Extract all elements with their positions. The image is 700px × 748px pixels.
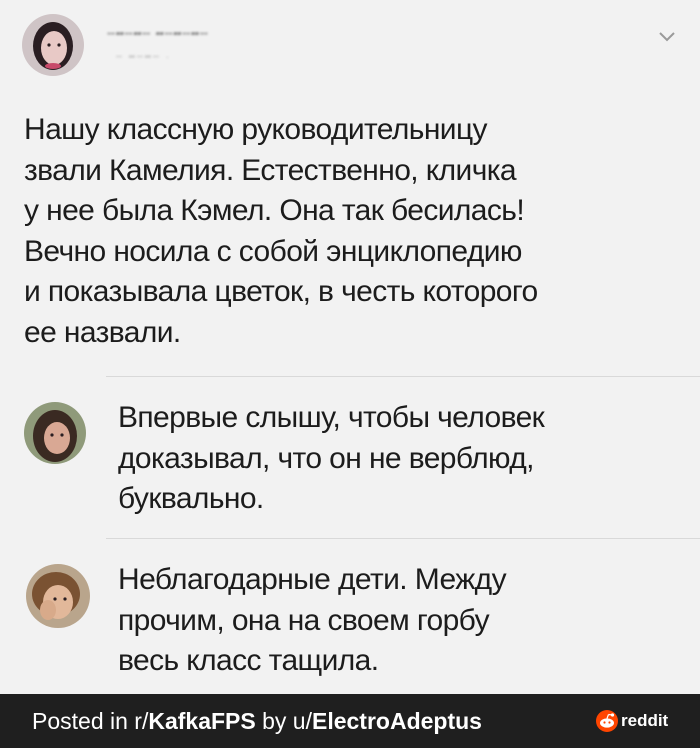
reddit-icon <box>596 710 618 732</box>
footer-attribution: Posted in r/KafkaFPS by u/ElectroAdeptus <box>32 707 482 735</box>
post-header: ╌╍╌╍╌ ╍╌╍╌╍╌ ╌ ╍╌╍╌ · <box>0 0 700 100</box>
post-body: Нашу классную руководительницу звали Кам… <box>24 110 684 353</box>
subreddit-link[interactable]: KafkaFPS <box>148 708 255 734</box>
reply-item: Неблагодарные дети. Между прочим, она на… <box>0 560 700 690</box>
reply-text-line: буквально. <box>118 482 264 515</box>
post-text-line: ее назвали. <box>24 315 181 349</box>
footer-posted-in: Posted in r/ <box>32 708 149 734</box>
post-text-line: Вечно носила с собой энциклопедию <box>24 234 522 268</box>
reply-item: Впервые слышу, чтобы человек доказывал, … <box>0 398 700 528</box>
author-handle: ╌ ╍╌╍╌ · <box>116 52 171 63</box>
reply-text-line: Впервые слышу, чтобы человек <box>118 401 545 434</box>
reply-avatar[interactable] <box>24 402 86 464</box>
chevron-down-icon[interactable] <box>656 28 678 46</box>
reply-text-line: Неблагодарные дети. Между <box>118 563 507 596</box>
divider <box>106 538 700 539</box>
author-avatar[interactable] <box>22 14 84 76</box>
reply-text: Впервые слышу, чтобы человек доказывал, … <box>118 398 688 520</box>
author-avatar-image <box>22 14 84 76</box>
reply-text-line: весь класс тащила. <box>118 644 379 677</box>
reply-text: Неблагодарные дети. Между прочим, она на… <box>118 560 688 682</box>
reply-text-line: доказывал, что он не верблюд, <box>118 441 535 475</box>
reply-text-line: прочим, она на своем горбу <box>118 603 490 637</box>
reply-avatar[interactable] <box>26 564 90 628</box>
footer-by: by u/ <box>255 708 312 734</box>
post-text-line: у нее была Кэмел. Она так бесилась! <box>24 194 525 227</box>
author-name[interactable]: ╌╍╌╍╌ ╍╌╍╌╍╌ <box>106 26 208 42</box>
divider <box>106 376 700 377</box>
username-link[interactable]: ElectroAdeptus <box>312 708 482 734</box>
post-text-line: Нашу классную руководительницу <box>24 113 488 146</box>
reply-avatar-image <box>24 402 86 464</box>
post-text-line: звали Камелия. Естественно, кличка <box>24 153 517 187</box>
reply-avatar-image <box>26 564 90 628</box>
reddit-wordmark: reddit <box>621 711 669 730</box>
reddit-footer: Posted in r/KafkaFPS by u/ElectroAdeptus… <box>0 694 700 748</box>
post-text-line: и показывала цветок, в честь которого <box>24 275 538 308</box>
